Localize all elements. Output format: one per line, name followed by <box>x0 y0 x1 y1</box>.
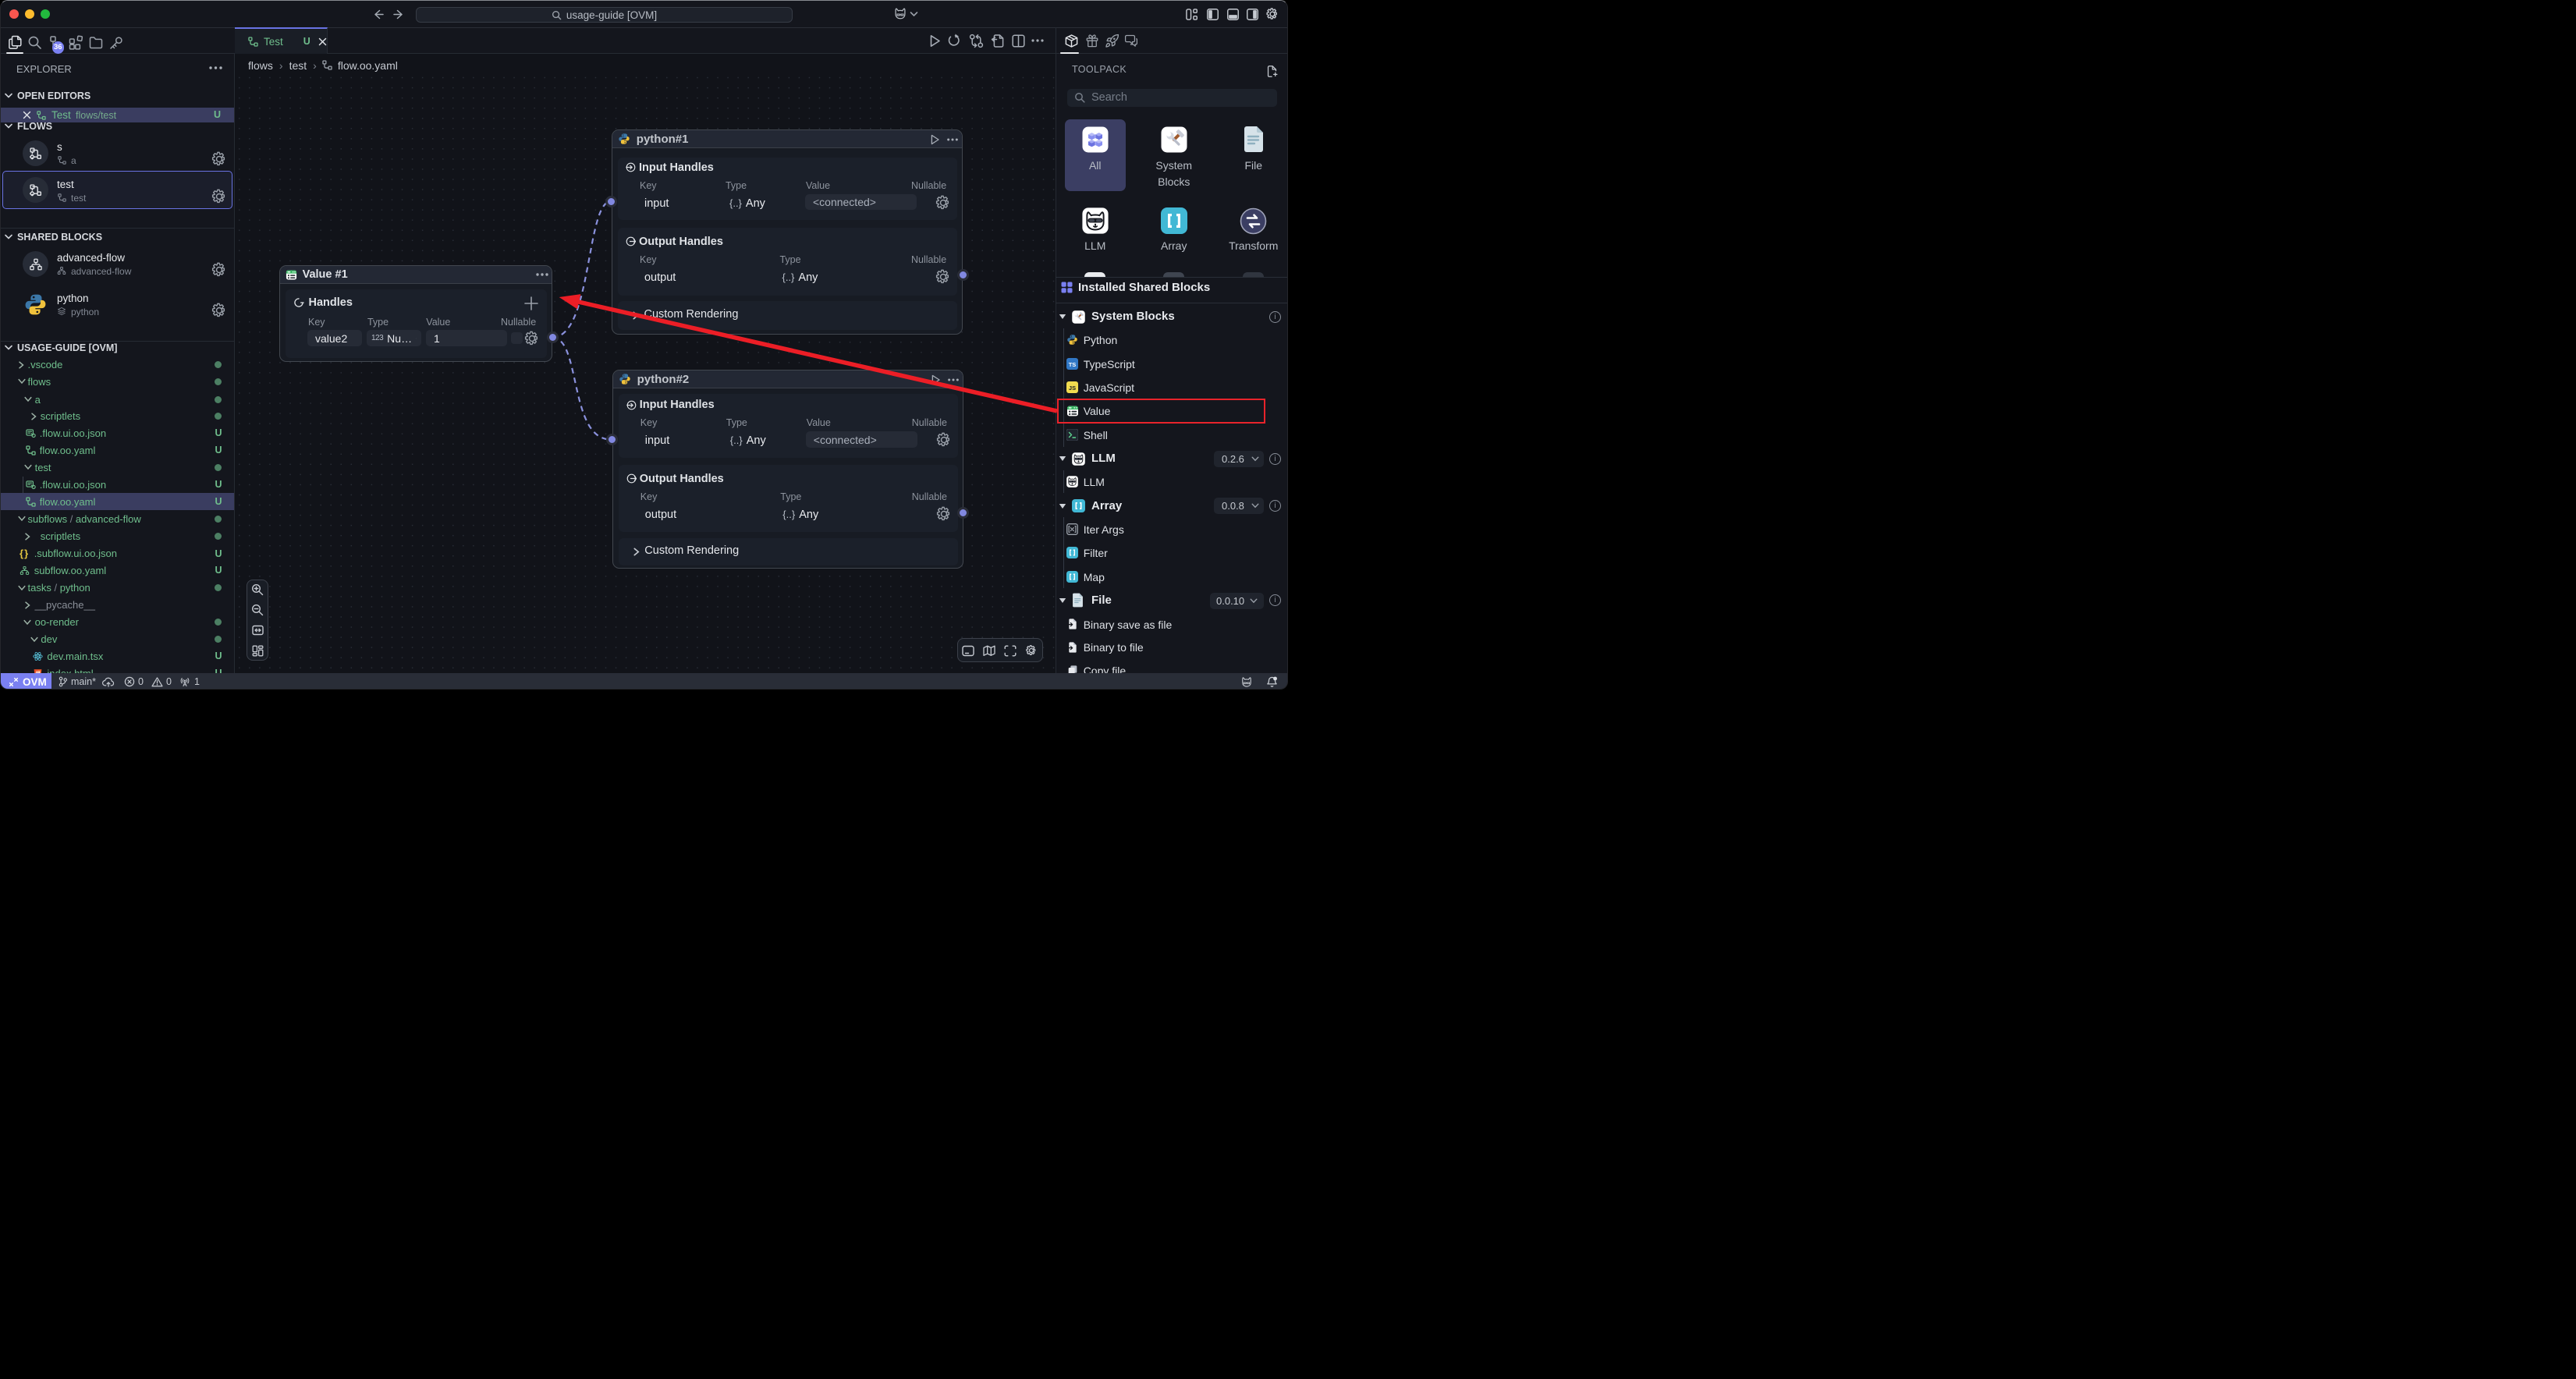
svg-text:JS: JS <box>1069 385 1076 392</box>
svg-text:TS: TS <box>1069 361 1077 368</box>
